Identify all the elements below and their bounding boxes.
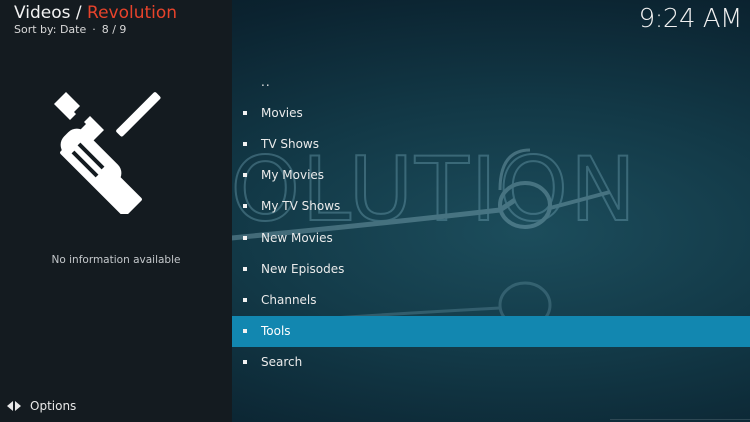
- kodi-screen: VOLUTION No information available Option…: [0, 0, 750, 422]
- item-position: 8 / 9: [101, 23, 127, 36]
- menu-item-tv-shows[interactable]: TV Shows: [232, 128, 750, 159]
- bullet-icon: [243, 204, 247, 209]
- sort-separator: ·: [92, 23, 96, 36]
- menu-item-label: New Episodes: [261, 261, 345, 276]
- menu-item-label: TV Shows: [261, 136, 319, 151]
- divider: [610, 419, 750, 420]
- options-button[interactable]: Options: [6, 398, 76, 414]
- menu-item-movies[interactable]: Movies: [232, 97, 750, 128]
- menu-item-label: Tools: [261, 324, 291, 339]
- menu-item-label: My Movies: [261, 168, 325, 183]
- breadcrumb-addon: Revolution: [87, 3, 178, 23]
- bullet-icon: [243, 297, 247, 302]
- breadcrumb: Videos / Revolution: [14, 3, 177, 23]
- menu-item-new-movies[interactable]: New Movies: [232, 222, 750, 253]
- menu-item-label: New Movies: [261, 230, 333, 245]
- menu-item-label: My TV Shows: [261, 199, 341, 214]
- parent-folder-label: ..: [261, 74, 271, 89]
- bullet-icon: [243, 110, 247, 115]
- menu-list: .. Movies TV Shows My Movies My TV Shows…: [232, 66, 750, 378]
- menu-item-channels[interactable]: Channels: [232, 284, 750, 315]
- page-header: Videos / Revolution Sort by: Date · 8 / 9: [14, 3, 177, 37]
- info-panel: No information available Options: [0, 0, 232, 422]
- bullet-icon: [243, 235, 247, 240]
- menu-item-tools[interactable]: Tools: [232, 315, 750, 347]
- breadcrumb-section: Videos: [14, 3, 71, 23]
- menu-item-new-episodes[interactable]: New Episodes: [232, 253, 750, 284]
- bullet-icon: [243, 360, 247, 365]
- bullet-icon: [243, 329, 247, 334]
- bullet-icon: [243, 141, 247, 146]
- tools-icon: [54, 92, 161, 214]
- options-arrows-icon: [7, 401, 21, 411]
- breadcrumb-separator: /: [70, 3, 88, 23]
- options-label: Options: [30, 399, 77, 413]
- sort-info: Sort by: Date · 8 / 9: [14, 23, 177, 37]
- menu-item-parent[interactable]: ..: [232, 66, 750, 97]
- menu-item-label: Movies: [261, 105, 303, 120]
- menu-item-label: Search: [261, 355, 303, 370]
- menu-item-my-movies[interactable]: My Movies: [232, 160, 750, 191]
- bullet-icon: [243, 173, 247, 178]
- sort-label: Sort by: Date: [14, 23, 87, 36]
- menu-item-search[interactable]: Search: [232, 347, 750, 378]
- menu-item-my-tv-shows[interactable]: My TV Shows: [232, 191, 750, 222]
- bullet-icon: [243, 266, 247, 271]
- menu-item-label: Channels: [261, 292, 317, 307]
- clock: 9:24 AM: [638, 4, 743, 34]
- no-information-text: No information available: [51, 254, 181, 266]
